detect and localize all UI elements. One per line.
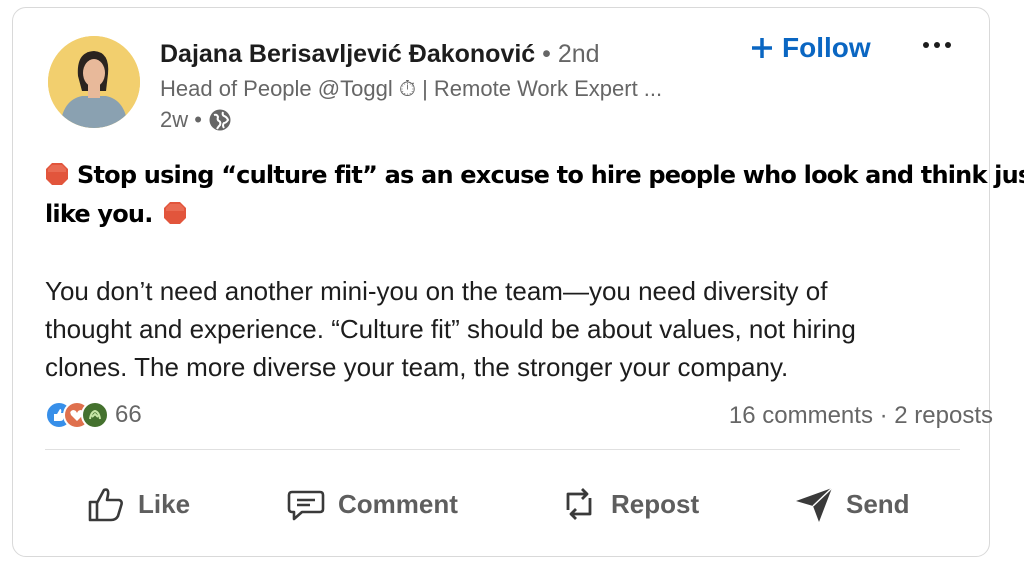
comment-icon <box>287 490 325 521</box>
author-headline: Head of People @Toggl ⏱ | Remote Work Ex… <box>160 76 663 101</box>
follow-button[interactable]: Follow <box>750 28 871 68</box>
repost-button[interactable]: Repost <box>559 478 699 530</box>
post-text-line-1: You don’t need another mini-you on the t… <box>45 276 828 306</box>
globe-icon <box>209 109 231 131</box>
bold-text-2: like you. <box>45 200 153 228</box>
repost-label: Repost <box>611 488 700 519</box>
like-button[interactable]: Like <box>86 478 190 530</box>
thumbs-up-icon <box>88 488 123 522</box>
repost-icon <box>566 488 592 520</box>
post-time: 2w • <box>160 107 202 132</box>
bold-text-1: Stop using “culture fit” as an excuse to… <box>77 161 1024 189</box>
author-name[interactable]: Dajana Berisavljević Đakonović <box>160 40 535 68</box>
author-name-row[interactable]: Dajana Berisavljević Đakonović • 2nd <box>160 40 600 69</box>
author-avatar[interactable] <box>48 36 140 128</box>
post-text-line-3: clones. The more diverse your team, the … <box>45 352 789 382</box>
post-meta: 2w • <box>160 107 232 133</box>
comment-button[interactable]: Comment <box>286 478 458 530</box>
plus-icon <box>752 38 772 58</box>
more-options-button[interactable] <box>920 30 954 60</box>
reaction-count: 66 <box>115 401 142 428</box>
post-text-bold-line-2: like you. <box>45 200 187 228</box>
stop-sign-icon <box>163 202 186 224</box>
send-icon <box>796 487 833 522</box>
support-reaction-icon <box>81 401 109 429</box>
stop-sign-icon <box>46 163 68 185</box>
like-label: Like <box>138 488 191 519</box>
ellipsis-icon <box>923 42 929 48</box>
comment-label: Comment <box>338 488 458 519</box>
send-label: Send <box>846 488 910 519</box>
comments-reposts-count[interactable]: 16 comments · 2 reposts <box>729 402 993 430</box>
follow-label: Follow <box>782 32 871 63</box>
divider <box>45 449 960 450</box>
send-button[interactable]: Send <box>794 478 910 530</box>
reactions-summary[interactable]: 66 <box>45 401 142 429</box>
post-text-line-2: thought and experience. “Culture fit” sh… <box>45 314 856 344</box>
connection-degree: • 2nd <box>542 40 600 68</box>
post-text-bold-line-1: Stop using “culture fit” as an excuse to… <box>45 161 1024 189</box>
